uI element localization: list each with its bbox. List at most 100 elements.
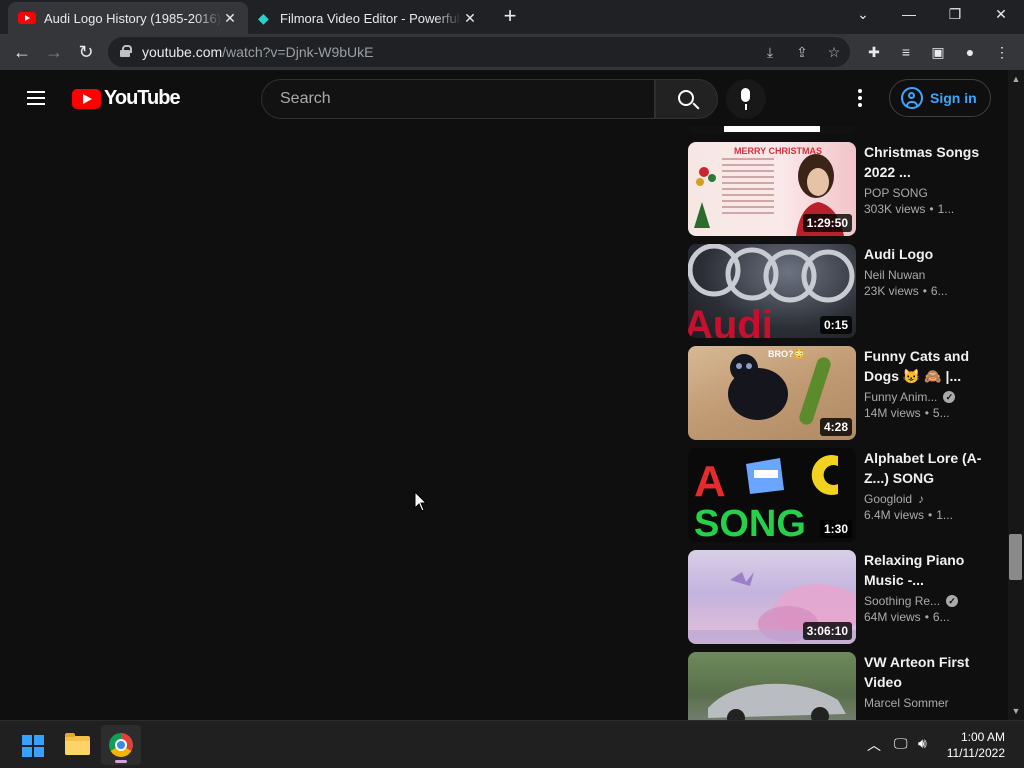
- search-input[interactable]: [278, 89, 638, 109]
- sign-in-button[interactable]: Sign in: [889, 79, 991, 117]
- channel-name[interactable]: Marcel Sommer: [864, 696, 949, 710]
- video-title[interactable]: Christmas Songs 2022 ...: [864, 142, 994, 182]
- related-video-item[interactable]: MERRY CHRISTMAS 1:29:50 Christmas Songs …: [688, 142, 998, 236]
- channel-name[interactable]: Googloid: [864, 492, 912, 506]
- video-details[interactable]: Alphabet Lore (A-Z...) SONG Googloid ♪ 6.…: [864, 448, 994, 522]
- upload-age: 6...: [932, 610, 950, 624]
- browser-toolbar: ← → ↻ youtube.com/watch?v=Djnk-W9bUkE ⤓ …: [0, 34, 1024, 70]
- view-count: 6.4M views: [864, 508, 925, 522]
- filmora-favicon-icon: ◆: [258, 10, 269, 26]
- show-hidden-icons-chevron-icon[interactable]: ︿: [867, 735, 881, 755]
- christmas-banner: MERRY CHRISTMAS: [734, 146, 822, 156]
- restore-button[interactable]: ❐: [932, 0, 978, 30]
- search-button[interactable]: [655, 79, 718, 119]
- video-title[interactable]: Alphabet Lore (A-Z...) SONG: [864, 448, 994, 488]
- clock-date: 11/11/2022: [946, 746, 1005, 760]
- view-count: 303K views: [864, 202, 926, 216]
- tab-audi-logo-history[interactable]: Audi Logo History (1985-2016) in 2 ✕: [8, 2, 248, 34]
- meta-separator: •: [924, 610, 929, 624]
- clock-time: 1:00 AM: [960, 730, 1005, 744]
- chrome-taskbar-button[interactable]: [101, 725, 141, 765]
- channel-name[interactable]: POP SONG: [864, 186, 928, 200]
- network-icon[interactable]: 🖵: [894, 735, 908, 752]
- video-title[interactable]: Audi Logo: [864, 244, 994, 264]
- view-count: 64M views: [864, 610, 921, 624]
- verified-check-icon: ✓: [946, 595, 959, 607]
- close-tab-icon[interactable]: ✕: [462, 10, 478, 27]
- voice-search-mic-icon[interactable]: [726, 79, 766, 119]
- chrome-icon: [109, 733, 133, 757]
- windows-logo-icon: [22, 735, 44, 757]
- video-details[interactable]: Relaxing Piano Music -... Soothing Re...…: [864, 550, 994, 624]
- volume-icon[interactable]: 🔊︎: [918, 735, 927, 752]
- active-app-indicator: [115, 760, 127, 763]
- verified-check-icon: ✓: [943, 391, 956, 403]
- video-title[interactable]: Relaxing Piano Music -...: [864, 550, 994, 590]
- scroll-down-arrow-icon[interactable]: ▼: [1008, 704, 1024, 718]
- hamburger-menu-icon[interactable]: [27, 91, 45, 105]
- new-tab-button[interactable]: +: [498, 5, 522, 29]
- video-details[interactable]: Audi Logo Neil Nuwan 23K views • 6...: [864, 244, 994, 298]
- forward-arrow-icon[interactable]: →: [41, 40, 67, 64]
- meta-separator: •: [924, 406, 929, 420]
- close-window-button[interactable]: ✕: [978, 0, 1024, 30]
- related-video-item[interactable]: 3:06:10 Relaxing Piano Music -... Soothi…: [688, 550, 998, 644]
- youtube-logo[interactable]: YouTube: [72, 87, 181, 110]
- url-text[interactable]: youtube.com/watch?v=Djnk-W9bUkE: [142, 44, 374, 60]
- video-thumbnail[interactable]: A SONG 1:30: [688, 448, 856, 542]
- logo-text: YouTube: [104, 87, 181, 109]
- close-tab-icon[interactable]: ✕: [222, 10, 238, 27]
- browser-tab-strip: Audi Logo History (1985-2016) in 2 ✕ ◆ F…: [0, 0, 1024, 34]
- sign-in-label: Sign in: [930, 90, 977, 106]
- channel-name[interactable]: Funny Anim...: [864, 390, 937, 404]
- back-arrow-icon[interactable]: ←: [9, 40, 35, 64]
- youtube-favicon-icon: [18, 12, 36, 24]
- channel-name-row: Googloid ♪: [864, 492, 994, 506]
- user-avatar-icon: [901, 87, 923, 109]
- share-icon[interactable]: ⇪: [792, 43, 812, 61]
- upload-age: 6...: [930, 284, 948, 298]
- browser-menu-icon[interactable]: ⋮: [992, 43, 1012, 61]
- music-note-icon: ♪: [918, 492, 925, 506]
- bookmark-star-icon[interactable]: ☆: [824, 43, 844, 61]
- profile-icon[interactable]: ●: [960, 43, 980, 61]
- media-control-icon[interactable]: ≡: [896, 43, 916, 61]
- video-title[interactable]: Funny Cats and Dogs 😺 🙈 |...: [864, 346, 994, 386]
- tab-search-chevron-icon[interactable]: ⌄: [840, 0, 886, 30]
- video-details[interactable]: Funny Cats and Dogs 😺 🙈 |... Funny Anim.…: [864, 346, 994, 420]
- related-video-item[interactable]: A SONG 1:30 Alphabet Lore (A-Z...) SONG …: [688, 448, 998, 542]
- related-video-item[interactable]: Audi 0:15 Audi Logo Neil Nuwan 23K views…: [688, 244, 998, 338]
- channel-name-row: Marcel Sommer: [864, 696, 994, 710]
- reload-icon[interactable]: ↻: [73, 40, 99, 64]
- video-duration: 1:30: [819, 520, 852, 538]
- lock-icon[interactable]: [120, 45, 132, 57]
- channel-name[interactable]: Neil Nuwan: [864, 268, 925, 282]
- video-thumbnail[interactable]: [688, 652, 856, 720]
- scroll-up-arrow-icon[interactable]: ▲: [1008, 72, 1024, 86]
- video-thumbnail[interactable]: MERRY CHRISTMAS 1:29:50: [688, 142, 856, 236]
- tab-filmora[interactable]: ◆ Filmora Video Editor - Powerful Video …: [248, 2, 488, 34]
- video-details[interactable]: VW Arteon First Video Marcel Sommer: [864, 652, 994, 710]
- video-details[interactable]: Christmas Songs 2022 ... POP SONG 303K v…: [864, 142, 994, 216]
- meta-separator: •: [922, 284, 927, 298]
- system-clock[interactable]: 1:00 AM 11/11/2022: [947, 729, 1005, 761]
- scrollbar-thumb[interactable]: [1009, 534, 1022, 580]
- previous-video-thumbnail-edge[interactable]: [688, 126, 856, 134]
- video-thumbnail[interactable]: BRO?😳 4:28: [688, 346, 856, 440]
- channel-name[interactable]: Soothing Re...: [864, 594, 940, 608]
- side-panel-icon[interactable]: ▣: [928, 43, 948, 61]
- start-button[interactable]: [12, 725, 52, 765]
- related-video-item[interactable]: VW Arteon First Video Marcel Sommer: [688, 652, 998, 720]
- video-title[interactable]: VW Arteon First Video: [864, 652, 994, 692]
- page-scrollbar[interactable]: [1008, 70, 1024, 720]
- video-duration: 0:15: [819, 316, 852, 334]
- related-video-item[interactable]: BRO?😳 4:28 Funny Cats and Dogs 😺 🙈 |... …: [688, 346, 998, 440]
- install-app-icon[interactable]: ⤓: [760, 43, 780, 61]
- extensions-puzzle-icon[interactable]: ✚: [864, 43, 884, 61]
- address-bar[interactable]: youtube.com/watch?v=Djnk-W9bUkE ⤓ ⇪ ☆: [108, 37, 850, 67]
- video-thumbnail[interactable]: Audi 0:15: [688, 244, 856, 338]
- video-thumbnail[interactable]: 3:06:10: [688, 550, 856, 644]
- settings-kebab-icon[interactable]: [858, 89, 862, 110]
- file-explorer-button[interactable]: [57, 725, 97, 765]
- minimize-button[interactable]: —: [886, 0, 932, 30]
